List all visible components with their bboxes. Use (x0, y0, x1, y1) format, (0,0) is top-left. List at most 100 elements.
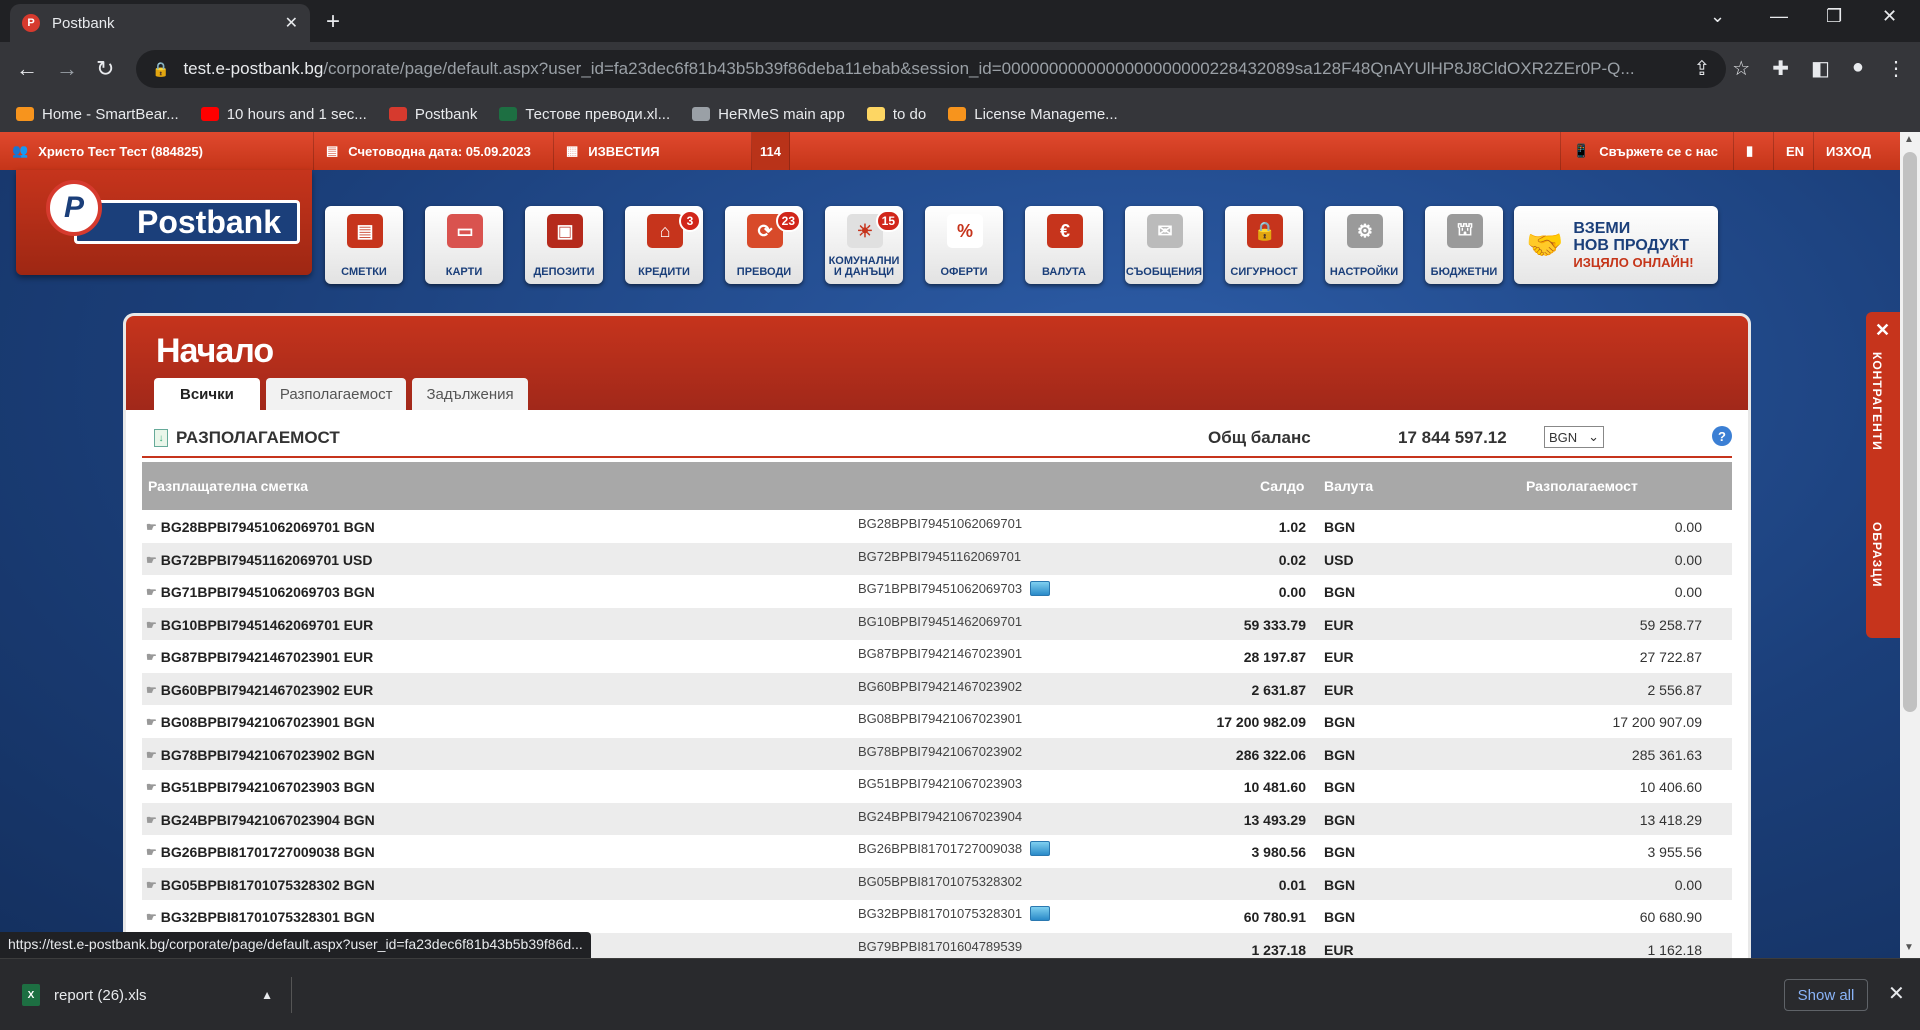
help-book-icon[interactable]: ▮ (1734, 132, 1774, 170)
account-cell[interactable]: ☛ BG71BPBI79451062069703 BGN (146, 584, 375, 600)
card-icon[interactable] (1030, 841, 1051, 856)
menu-tile-8[interactable]: € ВАЛУТА (1025, 206, 1103, 284)
menu-tile-4[interactable]: ⌂ 3 КРЕДИТИ (625, 206, 703, 284)
export-icon[interactable]: ↓ (154, 429, 168, 447)
account-cell[interactable]: ☛ BG05BPBI81701075328302 BGN (146, 877, 375, 893)
close-icon[interactable]: ✕ (1875, 320, 1890, 341)
table-row[interactable]: ☛ BG08BPBI79421067023901 BGN BG08BPBI79421… (142, 705, 1732, 738)
table-row[interactable]: ☛ BG10BPBI79451462069701 EUR BG10BPBI79451… (142, 607, 1732, 640)
tab-search-icon[interactable]: ⌄ (1710, 6, 1725, 27)
balance-cell: 1.02 (1278, 519, 1306, 535)
contact-link[interactable]: 📱 Свържете се с нас (1560, 132, 1734, 170)
help-icon[interactable]: ? (1712, 426, 1732, 446)
menu-tile-1[interactable]: ▤ СМЕТКИ (325, 206, 403, 284)
table-row[interactable]: ☛ BG71BPBI79451062069703 BGN BG71BPBI79451… (142, 575, 1732, 608)
menu-icon[interactable]: ⋮ (1886, 56, 1906, 81)
table-row[interactable]: ☛ BG72BPBI79451162069701 USD BG72BPBI79451… (142, 542, 1732, 575)
chevron-up-icon[interactable]: ▲ (261, 988, 273, 1002)
menu-tile-7[interactable]: % ОФЕРТИ (925, 206, 1003, 284)
extensions-icon[interactable]: ✚ (1772, 56, 1789, 81)
menu-tile-11[interactable]: ⚙ НАСТРОЙКИ (1325, 206, 1403, 284)
reload-icon[interactable]: ↻ (96, 56, 114, 82)
table-row[interactable]: ☛ BG24BPBI79421067023904 BGN BG24BPBI79421… (142, 802, 1732, 835)
table-row[interactable]: ☛ BG78BPBI79421067023902 BGN BG78BPBI79421… (142, 737, 1732, 770)
table-row[interactable]: ☛ BG26BPBI81701727009038 BGN BG26BPBI81701… (142, 835, 1732, 868)
scroll-thumb[interactable] (1903, 152, 1917, 712)
col-balance[interactable]: Салдо (1260, 478, 1304, 494)
table-row[interactable]: ☛ BG60BPBI79421467023902 EUR BG60BPBI79421… (142, 672, 1732, 705)
account-cell[interactable]: ☛ BG78BPBI79421067023902 BGN (146, 747, 375, 763)
news-link[interactable]: ▦ ИЗВЕСТИЯ (554, 132, 752, 170)
account-cell[interactable]: ☛ BG51BPBI79421067023903 BGN (146, 779, 375, 795)
user-info[interactable]: 👥 Христо Тест Тест (884825) (0, 132, 314, 170)
col-currency[interactable]: Валута (1324, 478, 1373, 494)
close-shelf-icon[interactable]: ✕ (1888, 981, 1905, 1006)
account-cell[interactable]: ☛ BG72BPBI79451162069701 USD (146, 552, 372, 568)
page-scrollbar[interactable]: ▲ ▼ (1900, 132, 1920, 958)
show-all-button[interactable]: Show all (1784, 979, 1868, 1011)
address-bar[interactable]: 🔒 test.e-postbank.bg /corporate/page/def… (136, 50, 1726, 88)
templates-tab[interactable]: ОБРАЗЦИ (1870, 522, 1884, 587)
menu-tile-12[interactable]: ⛫ БЮДЖЕТНИ (1425, 206, 1503, 284)
bookmark-item[interactable]: to do (866, 106, 926, 123)
browser-tab[interactable]: P Postbank ✕ (10, 4, 310, 42)
close-window-icon[interactable]: ✕ (1882, 6, 1897, 27)
forward-icon[interactable]: → (56, 56, 78, 82)
bookmark-item[interactable]: Home - SmartBear... (16, 106, 179, 123)
share-icon[interactable]: ⇪ (1694, 56, 1711, 81)
bookmark-item[interactable]: Тестове преводи.xl... (499, 106, 670, 123)
table-row[interactable]: ☛ BG87BPBI79421467023901 EUR BG87BPBI79421… (142, 640, 1732, 673)
account-cell[interactable]: ☛ BG24BPBI79421067023904 BGN (146, 812, 375, 828)
notification-badge: 23 (775, 210, 801, 232)
tab-all[interactable]: Всички (154, 378, 260, 410)
back-icon[interactable]: ← (16, 56, 38, 82)
account-cell[interactable]: ☛ BG28BPBI79451062069701 BGN (146, 519, 375, 535)
currency-select[interactable]: BGN ⌄ (1544, 426, 1604, 448)
download-item[interactable]: X report (26).xls ▲ (22, 977, 292, 1013)
close-tab-icon[interactable]: ✕ (285, 13, 298, 33)
tab-availability[interactable]: Разполагаемост (265, 378, 407, 410)
table-row[interactable]: ☛ BG32BPBI81701075328301 BGN BG32BPBI81701… (142, 900, 1732, 933)
account-cell[interactable]: ☛ BG60BPBI79421467023902 EUR (146, 682, 373, 698)
lang-switch[interactable]: EN (1774, 132, 1814, 170)
sidepanel-icon[interactable]: ◧ (1811, 56, 1830, 81)
restore-icon[interactable]: ❐ (1826, 6, 1842, 27)
col-available[interactable]: Разполагаемост (1526, 478, 1638, 494)
postbank-logo[interactable]: Postbank P (16, 170, 312, 275)
news-count-badge[interactable]: 114 (752, 132, 790, 170)
account-cell[interactable]: ☛ BG08BPBI79421067023901 BGN (146, 714, 375, 730)
menu-tile-3[interactable]: ▣ ДЕПОЗИТИ (525, 206, 603, 284)
menu-tile-9[interactable]: ✉ СЪОБЩЕНИЯ (1125, 206, 1203, 284)
card-icon[interactable] (1030, 906, 1051, 921)
minimize-icon[interactable]: — (1770, 6, 1788, 27)
bookmark-item[interactable]: Postbank (388, 106, 477, 123)
user-name: Христо Тест Тест (884825) (38, 143, 203, 159)
card-icon[interactable] (1030, 581, 1051, 596)
col-account[interactable]: Разплащателна сметка (148, 478, 308, 494)
scroll-up-icon[interactable]: ▲ (1904, 134, 1914, 145)
bookmark-item[interactable]: 10 hours and 1 sec... (200, 106, 367, 123)
lang-label: EN (1786, 143, 1805, 159)
account-cell[interactable]: ☛ BG87BPBI79421467023901 EUR (146, 649, 373, 665)
menu-tile-6[interactable]: ☀ 15 КОМУНАЛНИ И ДАНЪЦИ (825, 206, 903, 284)
logout-button[interactable]: ИЗХОД (1814, 132, 1900, 170)
bookmark-item[interactable]: License Manageme... (948, 106, 1118, 123)
table-row[interactable]: ☛ BG05BPBI81701075328302 BGN BG05BPBI81701… (142, 867, 1732, 900)
new-product-promo[interactable]: 🤝 ВЗЕМИ НОВ ПРОДУКТ ИЗЦЯЛО ОНЛАЙН! (1514, 206, 1718, 284)
menu-tile-2[interactable]: ▭ КАРТИ (425, 206, 503, 284)
contacts-tab[interactable]: КОНТРАГЕНТИ (1870, 352, 1884, 451)
table-row[interactable]: ☛ BG51BPBI79421067023903 BGN BG51BPBI79421… (142, 770, 1732, 803)
table-row[interactable]: ☛ BG28BPBI79451062069701 BGN BG28BPBI79451… (142, 510, 1732, 543)
scroll-down-icon[interactable]: ▼ (1904, 942, 1914, 953)
profile-icon[interactable]: ● (1852, 56, 1864, 81)
star-icon[interactable]: ☆ (1732, 56, 1750, 81)
iban-cell: BG05BPBI81701075328302 (858, 874, 1022, 889)
tab-liabilities[interactable]: Задължения (412, 378, 528, 410)
menu-tile-5[interactable]: ⟳ 23 ПРЕВОДИ (725, 206, 803, 284)
new-tab-button[interactable]: + (326, 8, 340, 36)
account-cell[interactable]: ☛ BG10BPBI79451462069701 EUR (146, 617, 373, 633)
account-cell[interactable]: ☛ BG26BPBI81701727009038 BGN (146, 844, 375, 860)
account-cell[interactable]: ☛ BG32BPBI81701075328301 BGN (146, 909, 375, 925)
menu-tile-10[interactable]: 🔒 СИГУРНОСТ (1225, 206, 1303, 284)
bookmark-item[interactable]: HeRMeS main app (692, 106, 845, 123)
